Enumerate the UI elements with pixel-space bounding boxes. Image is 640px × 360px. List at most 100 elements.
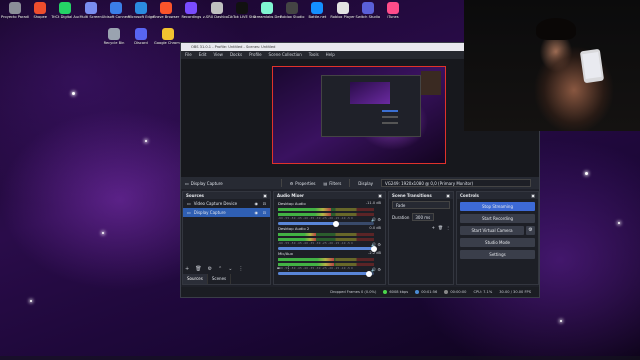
desktop-icon[interactable]: Multi Screen [77, 2, 105, 19]
menu-item-edit[interactable]: Edit [199, 51, 207, 59]
scene-transitions-dock: Scene Transitions ▣ Fade Duration 300 ms… [388, 191, 454, 285]
desktop-icon[interactable]: Switch Studio [354, 2, 382, 19]
webcam-person [536, 18, 576, 40]
source-type-icon: ▭ [187, 210, 191, 215]
dock-menu-icon[interactable]: ▣ [378, 192, 382, 199]
menu-item-tools[interactable]: Tools [309, 51, 319, 59]
desktop-icon[interactable]: Roblox Studio [278, 2, 306, 19]
desktop-icon[interactable]: Recycle Bin [100, 28, 128, 45]
audio-mixer-dock: Audio Mixer ▣ Desktop Audio -11.0 dB -60 -… [273, 191, 386, 285]
dock-header: Scene Transitions ▣ [389, 192, 453, 199]
desktop-icon[interactable]: TikTok LIVE Studio [228, 2, 256, 19]
visibility-icon[interactable]: ◉ [255, 208, 259, 217]
nested-preview [321, 75, 421, 137]
taskbar [0, 356, 640, 360]
menu-item-profile[interactable]: Profile [249, 51, 261, 59]
gear-icon[interactable]: ⚙ [526, 226, 535, 235]
desktop-icon[interactable]: Google Chrome [154, 28, 182, 45]
more-icon[interactable]: ⋮ [446, 225, 450, 230]
channel-name: Desktop Audio 2 [278, 226, 310, 231]
desktop-icon-label: TriCt Digital Audio [51, 15, 79, 19]
start-virtual-camera-button[interactable]: Start Virtual Camera [460, 226, 524, 235]
speaker-icon[interactable]: 🔊 [371, 267, 376, 272]
gear-icon[interactable]: ⚙ [208, 266, 212, 272]
app-icon [185, 2, 198, 14]
desktop-icon[interactable]: Streamlabs Desktop [253, 2, 281, 19]
menu-item-help[interactable]: Help [326, 51, 335, 59]
tab-scenes[interactable]: Scenes [208, 274, 232, 284]
rec-time: 00:00:00 [450, 290, 467, 294]
volume-meter [278, 213, 374, 216]
desktop-icon[interactable]: Discord [127, 28, 155, 45]
preview-canvas[interactable] [272, 66, 446, 164]
menu-item-view[interactable]: View [213, 51, 223, 59]
add-icon[interactable]: + [432, 225, 435, 230]
desktop-icon[interactable]: Proyecto Paradise [1, 2, 29, 19]
move-up-icon[interactable]: ⌃ [218, 266, 222, 272]
mixer-toolbar: ⚭ ⋮ [276, 266, 291, 272]
webcam-thumbnail [421, 71, 441, 95]
source-toolbar: ▭ Display Capture ⚙ Properties ▤ Filters… [181, 177, 539, 189]
dock-tabs: Sources Scenes [183, 274, 232, 284]
gear-icon[interactable]: ⚙ [377, 242, 381, 247]
desktop-icon[interactable]: Recordings [177, 2, 205, 19]
volume-slider[interactable] [278, 270, 374, 277]
properties-label: Properties [295, 180, 316, 186]
menu-item-scene-collection[interactable]: Scene Collection [269, 51, 302, 59]
channel-db: -2.2 dB [368, 251, 381, 255]
duration-input[interactable]: 300 ms [412, 213, 435, 221]
menu-item-docks[interactable]: Docks [230, 51, 242, 59]
stop-streaming-button[interactable]: Stop Streaming [460, 202, 535, 211]
desktop-icon[interactable]: Roblox Player [329, 2, 357, 19]
desktop-icon[interactable]: Brave Browser [152, 2, 180, 19]
desktop-icon-label: Recordings [181, 15, 202, 19]
meter-ticks: -60 -55 -50 -45 -40 -35 -30 -25 -20 -15 … [278, 242, 354, 245]
desktop-icon[interactable]: Battle.net [303, 2, 331, 19]
settings-button[interactable]: Settings [460, 250, 535, 259]
desktop-icon[interactable]: Shopee [26, 2, 54, 19]
status-bar: Dropped Frames 0 (0.0%) 6008 kbps 00:01:… [181, 287, 539, 297]
more-icon[interactable]: ⋮ [286, 266, 291, 272]
source-item[interactable]: ▭ Display Capture ◉ ⊡ [183, 208, 270, 217]
channel-controls: 🔊 ⚙ [371, 217, 381, 222]
mixer-channel: Desktop Audio -11.0 dB -60 -55 -50 -45 -40… [274, 199, 385, 227]
start-recording-button[interactable]: Start Recording [460, 214, 535, 223]
properties-button[interactable]: ⚙ Properties [290, 181, 316, 186]
app-icon [162, 28, 174, 40]
desktop-icon-label: Ubisoft Connect [101, 15, 130, 19]
dock-menu-icon[interactable]: ▣ [263, 192, 267, 199]
desktop-icon[interactable]: Microsoft Edge [127, 2, 155, 19]
remove-icon[interactable]: 🗑 [195, 266, 201, 272]
studio-mode-button[interactable]: Studio Mode [460, 238, 535, 247]
dock-menu-icon[interactable]: ▣ [531, 192, 535, 199]
speaker-icon[interactable]: 🔊 [371, 217, 376, 222]
star [145, 140, 147, 142]
desktop-icon[interactable]: v-SRX Dashbo... [203, 2, 231, 19]
gear-icon[interactable]: ⚙ [377, 267, 381, 272]
dock-menu-icon[interactable]: ▣ [446, 192, 450, 199]
app-icon [135, 2, 147, 14]
link-icon[interactable]: ⚭ [276, 266, 280, 272]
more-icon[interactable]: ⋮ [238, 266, 243, 272]
desktop-icon[interactable]: TriCt Digital Audio [51, 2, 79, 19]
add-icon[interactable]: + [185, 266, 189, 272]
transition-row: Fade [389, 199, 453, 211]
source-item[interactable]: ▭ Video Capture Device ◉ ⊡ [183, 199, 270, 208]
menu-item-file[interactable]: File [185, 51, 192, 59]
desktop-icon[interactable]: iTunes [379, 2, 407, 19]
visibility-icon[interactable]: ◉ [255, 199, 259, 208]
transition-select[interactable]: Fade [392, 201, 450, 209]
desktop-icon[interactable]: Ubisoft Connect [102, 2, 130, 19]
lock-icon[interactable]: ⊡ [263, 208, 266, 217]
gear-icon[interactable]: ⚙ [377, 217, 381, 222]
star [585, 172, 588, 175]
tab-sources[interactable]: Sources [183, 274, 208, 284]
move-down-icon[interactable]: ⌄ [228, 266, 232, 272]
remove-icon[interactable]: 🗑 [438, 225, 443, 230]
speaker-icon[interactable]: 🔊 [371, 242, 376, 247]
lock-icon[interactable]: ⊡ [263, 199, 266, 208]
filters-button[interactable]: ▤ Filters [324, 181, 342, 186]
desktop-icon-label: Microsoft Edge [127, 15, 155, 19]
display-select[interactable]: VG249: 1920x1080 @ 0,0 (Primary Monitor) [381, 179, 532, 187]
controls-dock: Controls ▣ Stop Streaming Start Recordin… [456, 191, 539, 285]
